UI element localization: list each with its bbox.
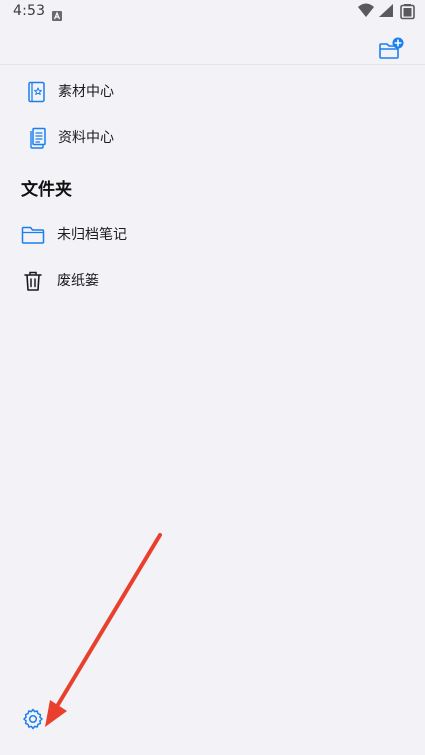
star-book-icon [25,80,49,104]
status-bar: 4:53 [0,0,425,26]
annotation-arrow [45,533,162,727]
document-icon [25,126,49,150]
nav-item-material-center[interactable]: 素材中心 [0,72,425,112]
battery-icon [400,4,415,20]
nav-item-unfiled-notes[interactable]: 未归档笔记 [0,215,425,255]
wifi-icon [358,3,374,17]
nav-item-label: 未归档笔记 [57,227,127,243]
android-a-icon [52,6,62,25]
new-folder-icon [379,37,404,59]
nav-item-label: 素材中心 [58,84,114,100]
status-time: 4:53 [13,3,46,19]
top-bar [0,26,425,65]
settings-button[interactable] [21,707,45,731]
trash-icon [21,269,45,293]
signal-icon [379,4,393,17]
nav-item-resource-center[interactable]: 资料中心 [0,118,425,158]
folder-icon [21,223,45,247]
nav-item-label: 资料中心 [58,130,114,146]
nav-item-label: 废纸篓 [57,273,99,289]
nav-item-trash[interactable]: 废纸篓 [0,261,425,301]
gear-icon [23,708,43,730]
new-folder-button[interactable] [377,37,405,61]
folders-section-title: 文件夹 [21,180,72,200]
